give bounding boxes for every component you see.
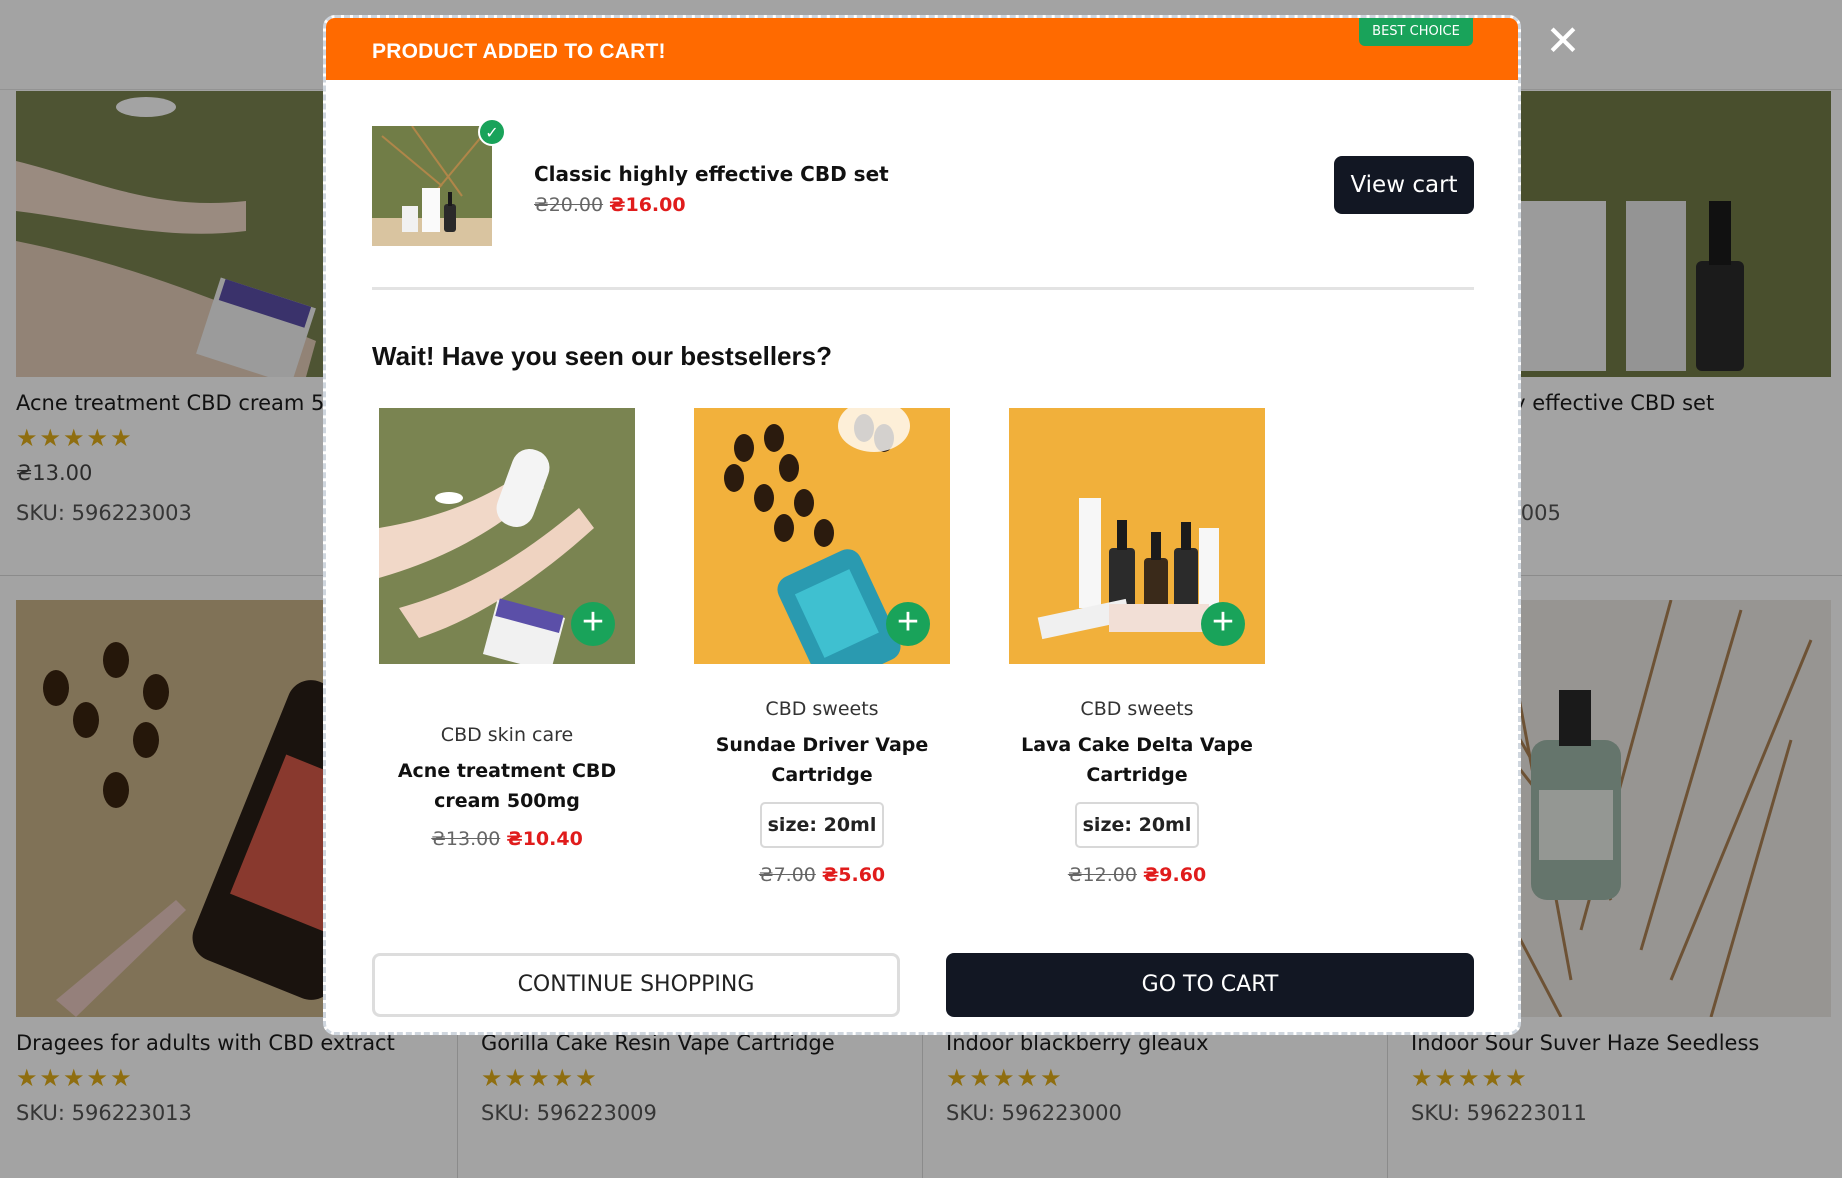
old-price: ₴20.00 — [534, 194, 604, 216]
add-to-cart-plus-icon[interactable]: + — [886, 602, 930, 646]
product-price: ₴13.00 ₴10.40 — [379, 828, 635, 850]
add-to-cart-plus-icon[interactable]: + — [571, 602, 615, 646]
product-price: ₴12.00 ₴9.60 — [1009, 864, 1265, 886]
check-icon: ✓ — [478, 118, 506, 146]
product-category: CBD skin care — [440, 724, 574, 746]
sale-price: ₴10.40 — [506, 828, 583, 850]
add-to-cart-plus-icon[interactable]: + — [1201, 602, 1245, 646]
divider — [372, 287, 1474, 290]
recommended-product[interactable]: + CBD sweets Lava Cake Delta Vape Cartri… — [1009, 408, 1265, 886]
recommended-product[interactable]: + CBD sweets Sundae Driver Vape Cartridg… — [694, 408, 950, 886]
product-image[interactable]: + — [379, 408, 635, 664]
added-item-price: ₴20.00 ₴16.00 — [534, 194, 686, 216]
product-image[interactable]: + — [1009, 408, 1265, 664]
close-icon[interactable]: ✕ — [1544, 20, 1582, 62]
product-price: ₴7.00 ₴5.60 — [694, 864, 950, 886]
added-item-name: Classic highly effective CBD set — [534, 162, 889, 186]
view-cart-button[interactable]: View cart — [1334, 156, 1474, 214]
sale-price: ₴5.60 — [821, 864, 886, 886]
product-image[interactable]: + — [694, 408, 950, 664]
product-name[interactable]: Sundae Driver Vape Cartridge — [694, 730, 950, 790]
product-name[interactable]: Acne treatment CBD cream 500mg — [379, 756, 635, 816]
product-category: CBD sweets — [1080, 698, 1194, 720]
go-to-cart-button[interactable]: GO TO CART — [946, 953, 1474, 1017]
sale-price: ₴9.60 — [1142, 864, 1207, 886]
sale-price: ₴16.00 — [609, 194, 686, 216]
modal-header: PRODUCT ADDED TO CART! — [326, 18, 1518, 80]
recommended-product[interactable]: + CBD skin care Acne treatment CBD cream… — [379, 408, 635, 850]
size-option[interactable]: size: 20ml — [1074, 802, 1200, 848]
bestsellers-heading: Wait! Have you seen our bestsellers? — [372, 341, 832, 371]
added-to-cart-modal: PRODUCT ADDED TO CART! BEST CHOICE ✓ Cla… — [323, 15, 1521, 1035]
old-price: ₴13.00 — [431, 828, 501, 850]
continue-shopping-button[interactable]: CONTINUE SHOPPING — [372, 953, 900, 1017]
product-name[interactable]: Lava Cake Delta Vape Cartridge — [1009, 730, 1265, 790]
old-price: ₴12.00 — [1067, 864, 1137, 886]
size-option[interactable]: size: 20ml — [759, 802, 885, 848]
added-item: ✓ Classic highly effective CBD set ₴20.0… — [372, 118, 1474, 246]
best-choice-badge: BEST CHOICE — [1359, 18, 1473, 46]
old-price: ₴7.00 — [758, 864, 816, 886]
product-category: CBD sweets — [765, 698, 879, 720]
added-item-thumbnail — [372, 126, 492, 246]
